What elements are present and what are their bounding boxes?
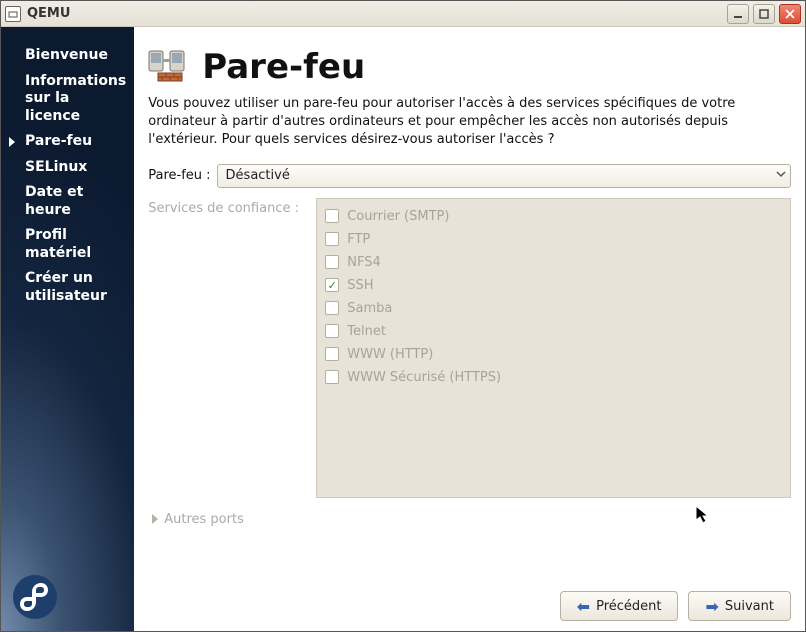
sidebar-item-selinux[interactable]: SELinux (1, 155, 134, 181)
firewall-dropdown-row: Pare-feu : Désactivé (148, 164, 791, 188)
wizard-footer: ⬅ Précédent ➡ Suivant (148, 583, 791, 621)
service-http: WWW (HTTP) (325, 343, 782, 366)
maximize-button[interactable] (753, 4, 775, 24)
service-https: WWW Sécurisé (HTTPS) (325, 366, 782, 389)
service-label: Samba (347, 301, 392, 316)
service-nfs4: NFS4 (325, 251, 782, 274)
expand-triangle-icon (152, 514, 158, 524)
service-smtp-checkbox[interactable] (325, 209, 339, 223)
service-label: SSH (347, 278, 373, 293)
arrow-left-icon: ⬅ (577, 597, 590, 616)
trusted-services-list: Courrier (SMTP) FTP NFS4 SSH Samba Telne… (316, 198, 791, 498)
arrow-right-icon: ➡ (705, 597, 718, 616)
next-button[interactable]: ➡ Suivant (688, 591, 791, 621)
firewall-icon (148, 49, 192, 85)
service-ftp: FTP (325, 228, 782, 251)
service-http-checkbox[interactable] (325, 347, 339, 361)
sidebar-item-bienvenue[interactable]: Bienvenue (1, 43, 134, 69)
trusted-services-label: Services de confiance : (148, 198, 308, 498)
close-button[interactable] (779, 4, 801, 24)
page-description: Vous pouvez utiliser un pare-feu pour au… (148, 95, 791, 150)
service-https-checkbox[interactable] (325, 370, 339, 384)
firewall-dropdown-label: Pare-feu : (148, 168, 210, 183)
titlebar: QEMU (1, 1, 805, 27)
service-samba: Samba (325, 297, 782, 320)
service-label: FTP (347, 232, 370, 247)
previous-button-label: Précédent (596, 599, 661, 614)
content-pane: Pare-feu Vous pouvez utiliser un pare-fe… (134, 27, 805, 631)
previous-button[interactable]: ⬅ Précédent (560, 591, 679, 621)
heading-row: Pare-feu (148, 47, 791, 87)
other-ports-label: Autres ports (164, 512, 244, 527)
service-nfs4-checkbox[interactable] (325, 255, 339, 269)
service-label: WWW (HTTP) (347, 347, 433, 362)
app-window: QEMU Bienvenue Informations sur la licen… (0, 0, 806, 632)
sidebar-item-profilmateriel[interactable]: Profil matériel (1, 223, 134, 266)
service-telnet: Telnet (325, 320, 782, 343)
service-label: Courrier (SMTP) (347, 209, 449, 224)
other-ports-expander[interactable]: Autres ports (148, 498, 791, 535)
next-button-label: Suivant (725, 599, 774, 614)
service-ssh-checkbox[interactable] (325, 278, 339, 292)
window-body: Bienvenue Informations sur la licence Pa… (1, 27, 805, 631)
service-label: Telnet (347, 324, 386, 339)
window-title: QEMU (27, 6, 70, 21)
firewall-dropdown-value: Désactivé (226, 168, 290, 183)
system-menu-icon[interactable] (5, 6, 21, 22)
firewall-dropdown[interactable]: Désactivé (217, 164, 791, 188)
sidebar-item-dateheure[interactable]: Date et heure (1, 180, 134, 223)
trusted-services-row: Services de confiance : Courrier (SMTP) … (148, 198, 791, 498)
sidebar-item-creerutilisateur[interactable]: Créer un utilisateur (1, 266, 134, 309)
chevron-down-icon (776, 168, 786, 183)
sidebar-item-parefeu[interactable]: Pare-feu (1, 129, 134, 155)
sidebar: Bienvenue Informations sur la licence Pa… (1, 27, 134, 631)
service-ftp-checkbox[interactable] (325, 232, 339, 246)
page-title: Pare-feu (202, 47, 365, 87)
service-label: WWW Sécurisé (HTTPS) (347, 370, 501, 385)
service-samba-checkbox[interactable] (325, 301, 339, 315)
service-smtp: Courrier (SMTP) (325, 205, 782, 228)
fedora-logo-icon (11, 573, 59, 621)
minimize-button[interactable] (727, 4, 749, 24)
service-ssh: SSH (325, 274, 782, 297)
service-telnet-checkbox[interactable] (325, 324, 339, 338)
service-label: NFS4 (347, 255, 381, 270)
sidebar-item-licence[interactable]: Informations sur la licence (1, 69, 134, 130)
